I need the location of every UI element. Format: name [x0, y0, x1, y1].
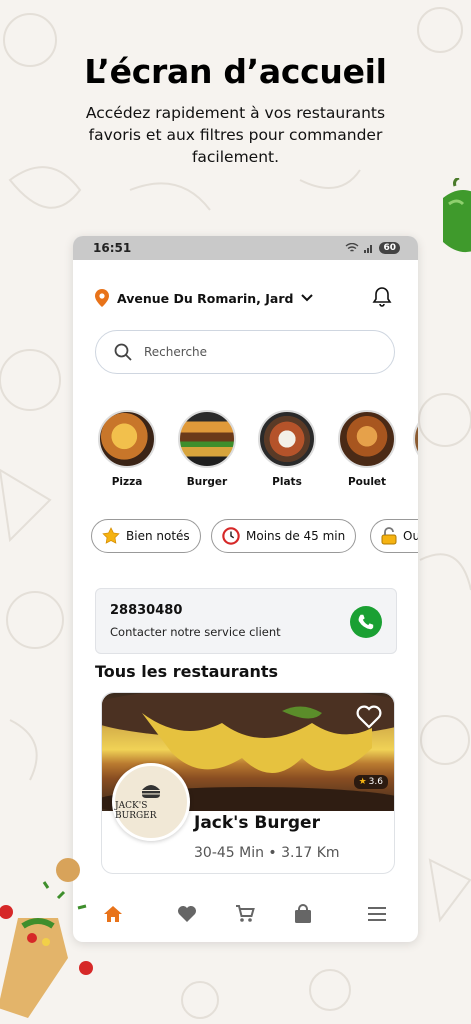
- favorite-heart-icon[interactable]: [356, 705, 382, 729]
- phone-icon: [358, 614, 374, 630]
- rating-value: 3.6: [368, 777, 383, 787]
- status-bar: 16:51 60: [73, 236, 418, 260]
- hero-subtitle: Accédez rapidement à vos restaurants fav…: [85, 104, 386, 166]
- filter-bien-notes[interactable]: Bien notés: [91, 519, 201, 553]
- category-burger[interactable]: Burger: [175, 410, 239, 488]
- restaurant-meta: 30-45 Min • 3.17 Km: [194, 845, 340, 861]
- category-label: Burger: [186, 476, 228, 488]
- tab-orders[interactable]: [291, 902, 315, 926]
- star-icon: [102, 527, 120, 544]
- category-plats[interactable]: Plats: [255, 410, 319, 488]
- burger-image: [178, 410, 236, 468]
- green-pepper-icon: [443, 178, 471, 252]
- filter-ouvert[interactable]: Ou: [370, 519, 418, 553]
- category-poulet[interactable]: Poulet: [335, 410, 399, 488]
- chevron-down-icon[interactable]: [301, 294, 313, 302]
- category-label: Pizza: [111, 476, 143, 488]
- logo-text: JACK'S BURGER: [115, 801, 157, 821]
- bag-icon: [295, 904, 311, 923]
- restaurant-card[interactable]: ★ 3.6 JACK'S BURGER Jack's Burger 30-45 …: [101, 692, 395, 874]
- notification-bell-icon[interactable]: [372, 286, 392, 308]
- filter-label: Bien notés: [126, 529, 190, 543]
- pizza-image: [98, 410, 156, 468]
- wifi-icon: [346, 243, 359, 252]
- call-button[interactable]: [350, 606, 382, 638]
- customer-service-card: 28830480 Contacter notre service client: [95, 588, 397, 654]
- clock-icon: [222, 527, 240, 545]
- battery-indicator: 60: [379, 242, 400, 254]
- poulet-image: [338, 410, 396, 468]
- filter-label: Ou: [403, 529, 418, 543]
- bottom-tab-bar: [73, 886, 418, 942]
- contact-number: 28830480: [110, 603, 183, 618]
- filter-label: Moins de 45 min: [246, 529, 346, 543]
- search-icon: [114, 343, 132, 361]
- wrap-food-illustration: [0, 858, 93, 1018]
- category-next[interactable]: [413, 410, 418, 468]
- tab-menu[interactable]: [365, 902, 389, 926]
- category-pizza[interactable]: Pizza: [95, 410, 159, 488]
- signal-icon: [364, 245, 373, 253]
- lock-open-icon: [381, 527, 397, 545]
- filter-moins-45[interactable]: Moins de 45 min: [211, 519, 357, 553]
- search-input[interactable]: Recherche: [144, 345, 207, 359]
- restaurant-logo: JACK'S BURGER: [112, 763, 190, 841]
- location-pin-icon: [95, 289, 109, 307]
- search-bar[interactable]: Recherche: [95, 330, 395, 374]
- filter-chips: Bien notés Moins de 45 min Ou: [91, 519, 418, 553]
- tab-favorites[interactable]: [175, 902, 199, 926]
- location-selector[interactable]: Avenue Du Romarin, Jardin: [95, 286, 396, 310]
- burger-logo-icon: [142, 785, 160, 798]
- category-next-image: [413, 410, 418, 468]
- tab-cart[interactable]: [233, 902, 257, 926]
- location-address: Avenue Du Romarin, Jardin: [117, 290, 293, 306]
- heart-icon: [178, 906, 196, 922]
- rating-badge: ★ 3.6: [353, 775, 388, 789]
- cart-icon: [236, 905, 255, 922]
- hero-title: L’écran d’accueil: [84, 52, 387, 91]
- category-label: Plats: [272, 476, 302, 488]
- phone-screen: 16:51 60 Avenue Du Romarin, Jardin Reche…: [73, 236, 418, 942]
- contact-text: Contacter notre service client: [110, 625, 281, 639]
- plats-image: [258, 410, 316, 468]
- menu-icon: [368, 907, 386, 921]
- restaurant-name: Jack's Burger: [194, 813, 320, 833]
- rating-star-icon: ★: [358, 777, 367, 787]
- status-time: 16:51: [93, 241, 132, 255]
- category-list: Pizza Burger Plats Poulet: [95, 410, 418, 496]
- category-label: Poulet: [347, 476, 387, 488]
- section-title: Tous les restaurants: [95, 662, 279, 681]
